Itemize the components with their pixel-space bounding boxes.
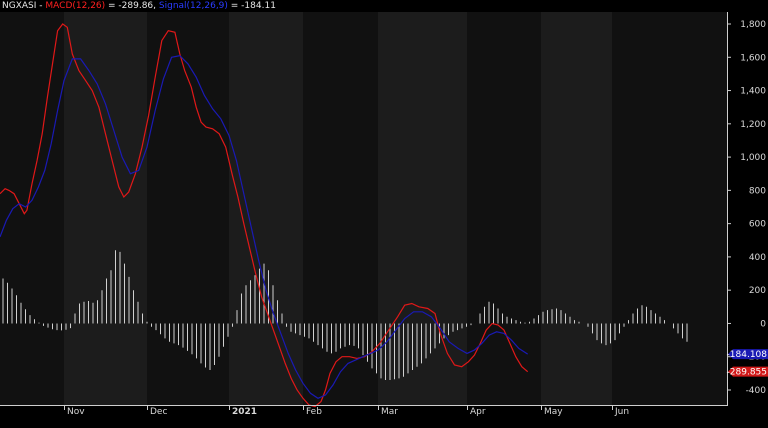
macd-legend-label: MACD(12,26) [45, 1, 106, 11]
y-tick-label: 600 [749, 220, 766, 230]
y-tick-label: 400 [749, 253, 766, 263]
y-tick-label: 1,800 [740, 20, 766, 30]
y-tick-label: 1,400 [740, 87, 766, 97]
macd-chart: 1,800 1,600 1,400 1,200 1,000 800 600 400 200 0 -2… [0, 0, 768, 424]
x-tick-label: May [544, 407, 563, 417]
period-band [64, 12, 147, 405]
chart-title-bar: NGXASI - MACD(12,26) = -289.86, Signal(1… [2, 1, 276, 11]
x-tick-label: Nov [67, 407, 85, 417]
period-band [0, 12, 64, 405]
period-band [378, 12, 467, 405]
macd-last-value-tag-label: -289.855 [727, 368, 767, 378]
x-tick-label: 2021 [232, 407, 257, 417]
x-tick-label: Mar [381, 407, 398, 417]
x-tick-label: Feb [306, 407, 322, 417]
signal-legend-label: Signal(12,26,9) [158, 1, 228, 11]
period-band [541, 12, 612, 405]
period-band [612, 12, 727, 405]
symbol-label: NGXASI [2, 1, 37, 11]
x-tick-label: Apr [470, 407, 486, 417]
x-tick-label: Dec [150, 407, 167, 417]
y-tick-label: 0 [760, 319, 766, 329]
y-tick-label: 800 [749, 186, 766, 196]
y-tick-label: 1,000 [740, 153, 766, 163]
y-tick-label: 200 [749, 286, 766, 296]
macd-legend-value: = -289.86, [105, 1, 159, 11]
y-tick-label: 1,600 [740, 53, 766, 63]
signal-last-value-tag-label: -184.108 [727, 350, 768, 360]
chart-svg: 1,800 1,600 1,400 1,200 1,000 800 600 400 200 0 -2… [0, 0, 768, 424]
x-tick-label: Jun [614, 407, 629, 417]
signal-legend-value: = -184.11 [227, 1, 276, 11]
y-tick-label: -400 [746, 386, 767, 396]
y-tick-label: 1,200 [740, 120, 766, 130]
